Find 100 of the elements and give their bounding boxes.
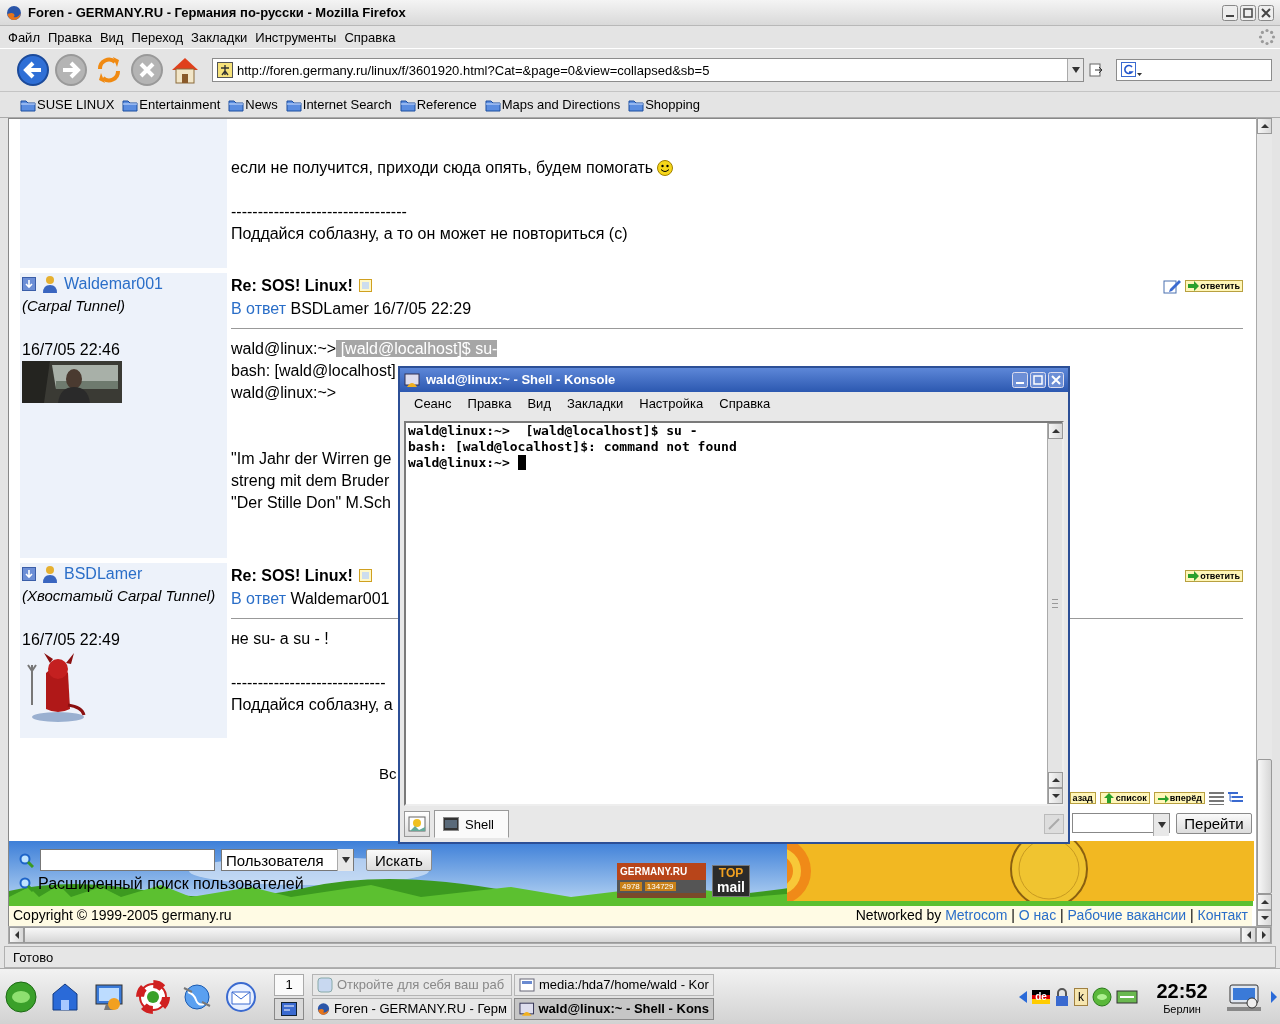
lock-icon[interactable] <box>1054 986 1070 1007</box>
network-icon[interactable] <box>1116 988 1138 1005</box>
author-link[interactable]: Waldemar001 <box>64 273 163 295</box>
task-button[interactable]: Foren - GERMANY.RU - Герм <box>312 997 512 1020</box>
tree-view-icon[interactable] <box>1228 791 1243 805</box>
post-date: 16/7/05 22:46 <box>22 340 121 360</box>
forum-select[interactable] <box>1072 813 1170 833</box>
scrollbar-thumb[interactable] <box>1257 759 1272 894</box>
search-field[interactable] <box>1116 59 1272 81</box>
site-icon <box>217 62 233 78</box>
terminal-text: wald@linux:~> [wald@localhost]$ su - <box>408 422 698 439</box>
counter-banner[interactable]: GERMANY.RU 4978 134729 <box>617 863 706 898</box>
back-button[interactable] <box>16 53 50 87</box>
scroll-up-icon[interactable] <box>1050 776 1061 785</box>
reply-button[interactable]: ответить <box>1185 569 1243 582</box>
collapse-icon[interactable] <box>22 567 36 581</box>
menu-item[interactable]: Файл <box>4 29 44 45</box>
copyright-text: Copyright © 1999-2005 germany.ru <box>13 907 232 924</box>
arrow-left-icon[interactable] <box>1018 989 1028 1004</box>
bookmark-folder[interactable]: Maps and Directions <box>484 96 621 113</box>
nav-button[interactable]: вперёд <box>1153 792 1205 804</box>
scrollbar-thumb[interactable] <box>24 927 1241 943</box>
bookmark-folder[interactable]: SUSE LINUX <box>20 96 115 113</box>
go-button[interactable]: Перейти <box>1176 813 1252 834</box>
clipboard-icon[interactable]: k <box>1074 987 1088 1006</box>
bookmark-folder[interactable]: Shopping <box>628 96 701 113</box>
author-link[interactable]: BSDLamer <box>64 563 143 585</box>
menu-item[interactable]: Правка <box>43 29 96 45</box>
window-title: wald@linux:~ - Shell - Konsole <box>426 372 617 388</box>
edit-icon[interactable] <box>1163 277 1182 294</box>
maximize-button[interactable] <box>1240 4 1256 21</box>
menu-item[interactable]: Инструменты <box>251 29 341 45</box>
go-icon[interactable] <box>1088 61 1104 79</box>
task-button[interactable]: wald@linux:~ - Shell - Kons <box>514 997 714 1020</box>
scroll-right-icon[interactable] <box>1259 930 1268 940</box>
search-icon <box>19 852 34 868</box>
search-icon <box>19 876 34 892</box>
menu-item[interactable]: Справка <box>711 396 779 412</box>
reply-button[interactable]: ответить <box>1185 279 1243 292</box>
post-text: streng mit dem Bruder <box>231 471 390 491</box>
menu-item[interactable]: Справка <box>340 29 400 45</box>
dropdown-arrow-icon[interactable] <box>1071 67 1080 73</box>
throbber-icon <box>1258 28 1276 46</box>
arrow-icon <box>1188 280 1200 291</box>
scroll-up-icon[interactable] <box>1259 122 1270 130</box>
menu-item[interactable]: Сеанс <box>406 396 460 412</box>
scroll-up-icon[interactable] <box>1050 426 1061 435</box>
show-desktop-icon[interactable] <box>281 1001 297 1016</box>
firefox-icon <box>6 4 22 21</box>
footer-link[interactable]: Рабочие вакансии <box>1067 907 1187 924</box>
desktop-button[interactable]: 1 <box>274 973 304 996</box>
reply-info: В ответ BSDLamer 16/7/05 22:29 <box>231 299 473 319</box>
list-view-icon[interactable] <box>1209 791 1224 805</box>
arrow-right-icon[interactable] <box>1270 989 1278 1004</box>
nav-button[interactable]: список <box>1099 792 1150 804</box>
footer-link[interactable]: О нас <box>1018 907 1057 924</box>
post-title: Re: SOS! Linux! <box>231 275 353 296</box>
nav-button[interactable]: азад <box>1069 792 1096 804</box>
post-text: "Der Stille Don" M.Sch <box>231 493 391 513</box>
bookmark-folder[interactable]: Internet Search <box>285 96 392 113</box>
footer-link[interactable]: Контакт <box>1197 907 1248 924</box>
menu-button[interactable] <box>4 979 38 1014</box>
reply-link[interactable]: В ответ <box>231 300 286 317</box>
new-session-button[interactable] <box>404 811 430 838</box>
session-tab[interactable]: Shell <box>434 810 509 839</box>
reply-link[interactable]: В ответ <box>231 590 286 607</box>
scroll-down-icon[interactable] <box>1259 914 1270 922</box>
collapse-icon[interactable] <box>22 277 36 291</box>
scroll-up-icon[interactable] <box>1259 898 1270 906</box>
menu-item[interactable]: Закладки <box>559 396 632 412</box>
bookmark-folder[interactable]: Reference <box>399 96 477 113</box>
lifebuoy-icon[interactable] <box>136 979 170 1014</box>
menu-item[interactable]: Вид <box>519 396 559 412</box>
user-select[interactable]: Пользователя <box>221 849 354 871</box>
post-text: wald@linux:~> <box>231 383 337 403</box>
mail-icon[interactable] <box>224 979 258 1014</box>
search-engine-icon[interactable] <box>1121 62 1143 78</box>
search-input[interactable] <box>40 849 215 871</box>
clock-location: Берлин <box>1163 1002 1201 1015</box>
footer-text: Вс <box>379 765 397 782</box>
post-text: если не получится, приходи сюда опять, будем помогать <box>231 158 654 178</box>
post-text: bash: [wald@localhost] <box>231 361 396 381</box>
search-button[interactable]: Искать <box>366 849 432 871</box>
rating-banner[interactable]: TOP mail <box>712 865 750 897</box>
scroll-down-icon[interactable] <box>1050 792 1061 801</box>
menu-item[interactable]: Настройка <box>631 396 712 412</box>
menu-item[interactable]: Переход <box>127 29 188 45</box>
close-button[interactable] <box>1258 4 1274 21</box>
update-icon[interactable] <box>1092 986 1112 1007</box>
file-manager-icon <box>519 976 535 993</box>
address-field[interactable]: http://foren.germany.ru/linux/f/3601920.html?Cat=&page=0&view=collapsed&sb=5 <box>212 58 1084 82</box>
menu-item[interactable]: Вид <box>95 29 128 45</box>
menu-item[interactable]: Закладки <box>187 29 252 45</box>
minimize-button[interactable] <box>1222 4 1238 21</box>
task-button[interactable]: media:/hda7/home/wald - Kor <box>514 973 714 996</box>
bookmark-folder[interactable]: News <box>228 96 278 113</box>
bookmark-folder[interactable]: Entertainment <box>122 96 221 113</box>
footer-link[interactable]: Metrocom <box>945 907 1008 924</box>
post-text: "Im Jahr der Wirren ge <box>231 449 392 469</box>
menu-item[interactable]: Правка <box>459 396 520 412</box>
